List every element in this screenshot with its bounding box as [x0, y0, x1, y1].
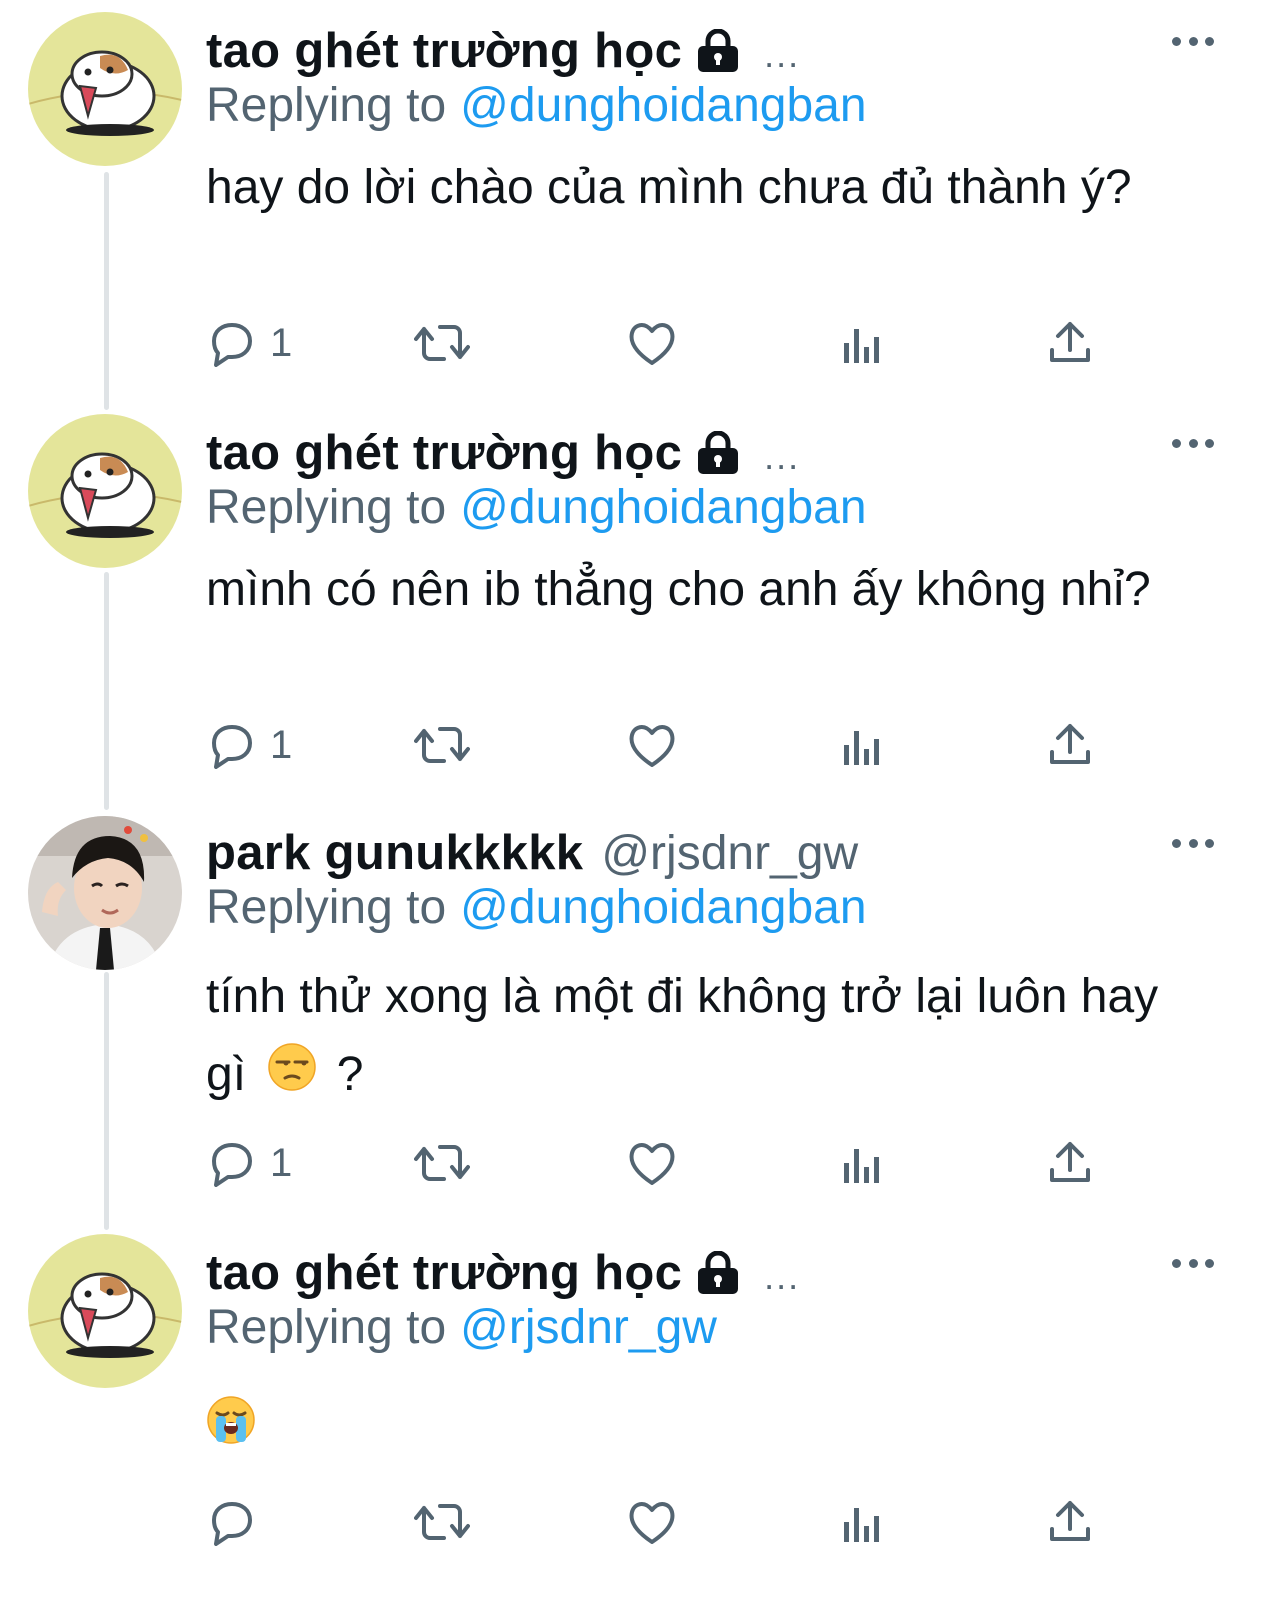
more-icon[interactable] [1172, 1256, 1214, 1270]
action-bar [206, 1494, 1106, 1550]
tweet-text: hay do lời chào của mình chưa đủ thành ý… [206, 161, 1132, 214]
tweet[interactable]: park gunukkkkk @rjsdnr_gw Replying to @du… [0, 816, 1284, 1222]
views-icon [844, 329, 879, 363]
retweet-icon [414, 727, 470, 763]
share-button[interactable] [1048, 717, 1092, 773]
retweet-button[interactable] [414, 1135, 470, 1191]
retweet-button[interactable] [414, 315, 470, 371]
views-button[interactable] [842, 717, 882, 773]
loudly-crying-face-emoji [206, 1395, 256, 1461]
like-icon [629, 1502, 675, 1544]
like-button[interactable] [628, 717, 676, 773]
reply-to-handle-link[interactable]: @dunghoidangban [460, 79, 866, 132]
reply-icon [212, 725, 252, 769]
reply-button[interactable]: 1 [206, 315, 292, 371]
tweet-header: tao ghét trường học ... [206, 20, 800, 82]
more-icon[interactable] [1172, 34, 1214, 48]
reply-count: 1 [270, 722, 293, 767]
views-icon [844, 1149, 879, 1183]
tweet[interactable]: tao ghét trường học ... Replying to @dung… [0, 12, 1284, 400]
views-button[interactable] [842, 315, 882, 371]
reply-count: 1 [270, 1140, 293, 1185]
person-photo-avatar[interactable] [28, 816, 182, 970]
reply-button[interactable] [206, 1494, 270, 1550]
tweet[interactable]: tao ghét trường học ... Replying to @rjsd… [0, 1234, 1284, 1604]
truncation-ellipsis: ... [764, 1256, 801, 1297]
share-icon [1050, 322, 1090, 362]
action-bar: 1 [206, 717, 1106, 773]
reply-to-handle-link[interactable]: @dunghoidangban [460, 881, 866, 934]
views-button[interactable] [842, 1494, 882, 1550]
retweet-icon [414, 1145, 470, 1181]
display-name[interactable]: tao ghét trường học [206, 23, 682, 79]
tweet-text-suffix: ? [336, 1048, 364, 1101]
share-icon [1050, 724, 1090, 764]
truncation-ellipsis: ... [764, 436, 801, 477]
reply-icon [212, 1502, 252, 1546]
share-button[interactable] [1048, 1135, 1092, 1191]
user-handle[interactable]: @rjsdnr_gw [601, 826, 858, 881]
display-name[interactable]: tao ghét trường học [206, 425, 682, 481]
retweet-button[interactable] [414, 1494, 470, 1550]
hamster-avatar[interactable] [28, 414, 182, 568]
action-bar: 1 [206, 315, 1106, 371]
replying-to: Replying to @rjsdnr_gw [206, 1300, 717, 1355]
tweet-header: park gunukkkkk @rjsdnr_gw [206, 822, 858, 884]
replying-to-label: Replying to [206, 481, 447, 534]
more-icon[interactable] [1172, 436, 1214, 450]
like-button[interactable] [628, 1494, 676, 1550]
display-name[interactable]: tao ghét trường học [206, 1245, 682, 1301]
reply-icon [212, 323, 252, 367]
tweet-text-container [206, 1394, 1206, 1461]
more-icon[interactable] [1172, 836, 1214, 850]
share-icon [1050, 1501, 1090, 1541]
reply-icon [212, 1143, 252, 1187]
lock-icon [694, 1251, 742, 1295]
reply-button[interactable]: 1 [206, 1135, 292, 1191]
replying-to-label: Replying to [206, 881, 447, 934]
replying-to: Replying to @dunghoidangban [206, 480, 867, 535]
share-icon [1050, 1142, 1090, 1182]
truncation-ellipsis: ... [764, 34, 801, 75]
action-bar: 1 [206, 1135, 1106, 1191]
reply-count: 1 [270, 320, 293, 365]
like-button[interactable] [628, 1135, 676, 1191]
views-button[interactable] [842, 1135, 882, 1191]
share-button[interactable] [1048, 1494, 1092, 1550]
like-icon [629, 323, 675, 365]
like-icon [629, 1143, 675, 1185]
reply-to-handle-link[interactable]: @rjsdnr_gw [460, 1301, 717, 1354]
hamster-avatar[interactable] [28, 1234, 182, 1388]
replying-to: Replying to @dunghoidangban [206, 880, 867, 935]
views-icon [844, 1508, 879, 1542]
replying-to-label: Replying to [206, 79, 447, 132]
views-icon [844, 731, 879, 765]
tweet-header: tao ghét trường học ... [206, 422, 800, 484]
replying-to: Replying to @dunghoidangban [206, 78, 867, 133]
hamster-avatar[interactable] [28, 12, 182, 166]
retweet-icon [414, 325, 470, 361]
share-button[interactable] [1048, 315, 1092, 371]
reply-to-handle-link[interactable]: @dunghoidangban [460, 481, 866, 534]
tweet-text: mình có nên ib thẳng cho anh ấy không nh… [206, 563, 1151, 616]
tweet[interactable]: tao ghét trường học ... Replying to @dung… [0, 414, 1284, 802]
replying-to-label: Replying to [206, 1301, 447, 1354]
lock-icon [694, 431, 742, 475]
like-button[interactable] [628, 315, 676, 371]
lock-icon [694, 29, 742, 73]
tweet-header: tao ghét trường học ... [206, 1242, 800, 1304]
reply-button[interactable]: 1 [206, 717, 292, 773]
display-name[interactable]: park gunukkkkk [206, 825, 583, 881]
retweet-button[interactable] [414, 717, 470, 773]
retweet-icon [414, 1504, 470, 1540]
like-icon [629, 725, 675, 767]
unamused-face-emoji [267, 1038, 317, 1116]
tweet-text-container: tính thử xong là một đi không trở lại lu… [206, 958, 1206, 1116]
